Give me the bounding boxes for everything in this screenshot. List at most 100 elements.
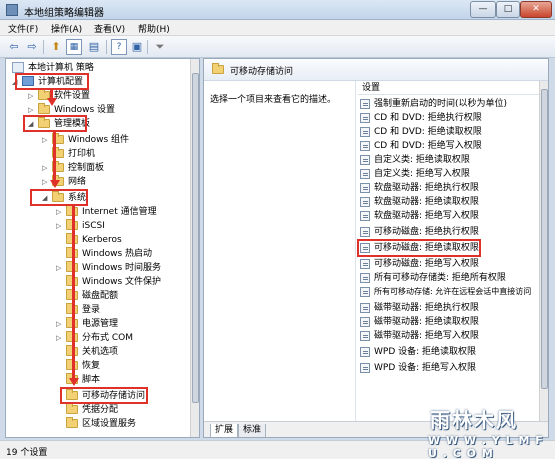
tree-item-credential-delegation[interactable]: 凭据分配 [66, 403, 186, 417]
setting-icon [360, 317, 370, 327]
setting-row[interactable]: CD 和 DVD: 拒绝执行权限 [360, 111, 536, 125]
setting-row[interactable]: 自定义类: 拒绝读取权限 [360, 153, 536, 167]
setting-icon [360, 287, 370, 297]
setting-icon [360, 331, 370, 341]
tree-item-software-settings[interactable]: ▷ 软件设置 [28, 89, 178, 103]
tab-extended[interactable]: 扩展 [210, 424, 239, 437]
expand-arrow-icon[interactable]: ▷ [56, 219, 65, 233]
setting-row[interactable]: 软盘驱动器: 拒绝执行权限 [360, 181, 536, 195]
folder-icon [212, 63, 224, 74]
setting-icon [360, 127, 370, 137]
tree-item-shutdown-options[interactable]: 关机选项 [66, 345, 186, 359]
tree-item-windows-hotstart[interactable]: Windows 热启动 [66, 247, 186, 261]
tab-standard[interactable]: 标准 [238, 424, 267, 437]
setting-icon [360, 141, 370, 151]
tree-item-internet-comm[interactable]: ▷ Internet 通信管理 [56, 205, 186, 219]
tree-item-power-mgmt[interactable]: ▷ 电源管理 [56, 317, 186, 331]
setting-icon [360, 183, 370, 193]
toolbar: ⇦ ⇨ ⬆ ▦ ▤ ? ▣ ⏷ [0, 36, 555, 58]
tree-item-control-panel[interactable]: ▷ 控制面板 [42, 161, 182, 175]
maximize-button[interactable]: □ [496, 1, 520, 18]
details-scrollbar-thumb[interactable] [541, 89, 548, 389]
up-folder-icon[interactable]: ⬆ [48, 39, 64, 55]
forward-icon[interactable]: ⇨ [24, 39, 40, 55]
settings-column-header[interactable]: 设置 [358, 81, 539, 95]
toolbar-separator [43, 40, 44, 54]
setting-row[interactable]: 所有可移动存储类: 拒绝所有权限 [360, 271, 536, 285]
menu-help[interactable]: 帮助(H) [138, 22, 170, 35]
setting-icon [360, 347, 370, 357]
setting-row[interactable]: 磁带驱动器: 拒绝执行权限 [360, 301, 536, 315]
setting-row[interactable]: 软盘驱动器: 拒绝读取权限 [360, 195, 536, 209]
setting-row[interactable]: CD 和 DVD: 拒绝写入权限 [360, 139, 536, 153]
export-list-icon[interactable]: ▤ [86, 39, 102, 55]
expand-arrow-icon[interactable]: ▷ [42, 133, 51, 147]
tree-item-windows-file-protection[interactable]: Windows 文件保护 [66, 275, 186, 289]
folder-icon [38, 103, 50, 114]
tree-item-network[interactable]: ▷ 网络 [42, 175, 182, 189]
tree-item-windows-components[interactable]: ▷ Windows 组件 [42, 133, 182, 147]
folder-icon [66, 403, 78, 414]
setting-row[interactable]: WPD 设备: 拒绝读取权限 [360, 345, 536, 359]
setting-row[interactable]: 磁带驱动器: 拒绝写入权限 [360, 329, 536, 343]
setting-icon [360, 273, 370, 283]
policy-icon [12, 62, 24, 73]
expand-arrow-icon[interactable]: ▷ [56, 261, 65, 275]
title-bar: 本地组策略编辑器 — □ ✕ [0, 0, 555, 20]
show-tree-icon[interactable]: ▦ [66, 39, 82, 55]
expand-arrow-icon[interactable]: ▷ [56, 205, 65, 219]
tree-pane[interactable]: 本地计算机 策略 ◢ 计算机配置 ▷ 软件设置 ▷ Windows 设置 ◢ 管… [5, 58, 200, 438]
watermark-url: W W W . Y L M F U . C O M [428, 434, 544, 459]
help-icon[interactable]: ? [111, 39, 127, 55]
setting-row[interactable]: 磁带驱动器: 拒绝读取权限 [360, 315, 536, 329]
menu-file[interactable]: 文件(F) [8, 22, 38, 35]
setting-row[interactable]: 所有可移动存储: 允许在远程会话中直接访问 [360, 285, 536, 299]
menu-action[interactable]: 操作(A) [51, 22, 82, 35]
setting-icon [360, 363, 370, 373]
setting-row[interactable]: CD 和 DVD: 拒绝读取权限 [360, 125, 536, 139]
tree-item-dcom[interactable]: ▷ 分布式 COM [56, 331, 186, 345]
column-divider[interactable] [355, 81, 356, 421]
expand-arrow-icon[interactable]: ▷ [56, 317, 65, 331]
expand-arrow-icon[interactable]: ▷ [42, 161, 51, 175]
tree-scrollbar[interactable] [190, 59, 199, 437]
highlight-computer-config [15, 73, 89, 90]
setting-row[interactable]: 软盘驱动器: 拒绝写入权限 [360, 209, 536, 223]
menu-view[interactable]: 查看(V) [94, 22, 125, 35]
properties-icon[interactable]: ▣ [129, 39, 145, 55]
tree-scrollbar-thumb[interactable] [192, 73, 199, 403]
setting-row[interactable]: 可移动磁盘: 拒绝写入权限 [360, 257, 536, 271]
tree-item-printers[interactable]: 打印机 [52, 147, 182, 161]
annotation-arrow-head [68, 378, 79, 386]
setting-icon [360, 303, 370, 313]
setting-row[interactable]: 可移动磁盘: 拒绝执行权限 [360, 225, 536, 239]
tree-item-scripts[interactable]: 脚本 [66, 373, 186, 387]
details-pane: 可移动存储访问 选择一个项目来查看它的描述。 设置 强制重新启动的时间(以秒为单… [203, 58, 549, 438]
setting-row[interactable]: 自定义类: 拒绝写入权限 [360, 167, 536, 181]
highlight-admin-templates [23, 115, 87, 132]
tree-item-recovery[interactable]: 恢复 [66, 359, 186, 373]
filter-icon[interactable]: ⏷ [152, 39, 168, 55]
annotation-arrow-head [49, 180, 60, 188]
tree-item-kerberos[interactable]: Kerberos [66, 233, 186, 247]
tree-item-logon[interactable]: 登录 [66, 303, 186, 317]
tree-item-locale-services[interactable]: 区域设置服务 [66, 417, 186, 431]
close-button[interactable]: ✕ [520, 1, 552, 18]
setting-icon [360, 197, 370, 207]
back-icon[interactable]: ⇦ [6, 39, 22, 55]
tree-item-windows-time[interactable]: ▷ Windows 时间服务 [56, 261, 186, 275]
setting-icon [360, 227, 370, 237]
expand-arrow-icon[interactable]: ▷ [28, 89, 37, 103]
minimize-button[interactable]: — [470, 1, 496, 18]
setting-icon [360, 113, 370, 123]
tree-item-disk-quota[interactable]: 磁盘配额 [66, 289, 186, 303]
tree-item-iscsi[interactable]: ▷ iSCSI [56, 219, 186, 233]
setting-icon [360, 169, 370, 179]
setting-row[interactable]: 强制重新启动的时间(以秒为单位) [360, 97, 536, 111]
details-scrollbar[interactable] [539, 81, 548, 421]
setting-row[interactable]: WPD 设备: 拒绝写入权限 [360, 361, 536, 375]
status-text: 19 个设置 [6, 448, 48, 458]
highlight-removable-disk-read [357, 239, 481, 257]
watermark-title: 雨林木风 [430, 408, 518, 432]
expand-arrow-icon[interactable]: ▷ [56, 331, 65, 345]
